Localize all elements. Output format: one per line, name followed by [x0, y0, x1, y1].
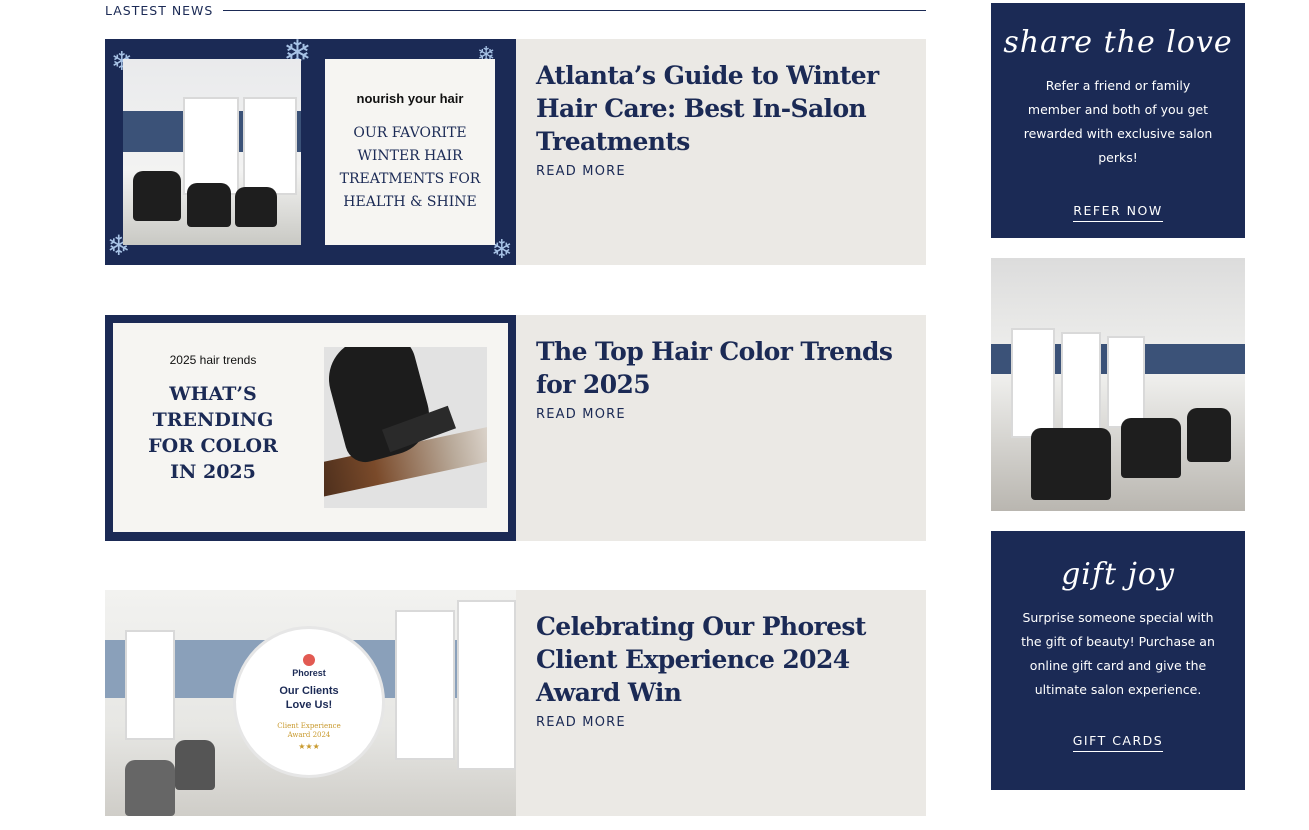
post-title[interactable]: The Top Hair Color Trends for 2025: [536, 335, 906, 401]
news-card: 2025 hair trends WHAT’S TRENDING FOR COL…: [105, 315, 926, 541]
referral-card: share the love Refer a friend or family …: [991, 3, 1245, 238]
refer-now-link[interactable]: REFER NOW: [1073, 203, 1163, 222]
gift-cards-link[interactable]: GIFT CARDS: [1072, 733, 1164, 752]
gift-card-promo: gift joy Surprise someone special with t…: [991, 531, 1245, 790]
thumbnail-kicker: nourish your hair: [356, 90, 464, 106]
award-badge: Phorest Our Clients Love Us! Client Expe…: [233, 626, 385, 778]
news-card: Phorest Our Clients Love Us! Client Expe…: [105, 590, 926, 816]
post-thumbnail[interactable]: Phorest Our Clients Love Us! Client Expe…: [105, 590, 516, 816]
news-card: ❄ ❄ ❄ ❄ ❄ nourish your hair OUR FAVORITE…: [105, 39, 926, 265]
post-thumbnail[interactable]: 2025 hair trends WHAT’S TRENDING FOR COL…: [105, 315, 516, 541]
post-title[interactable]: Celebrating Our Phorest Client Experienc…: [536, 610, 906, 709]
badge-brand: Phorest: [292, 667, 326, 678]
section-label: LASTEST NEWS: [105, 2, 214, 18]
gift-script-title: gift joy: [1061, 557, 1175, 592]
hair-color-photo: [324, 347, 487, 508]
read-more-link[interactable]: READ MORE: [536, 715, 626, 730]
phorest-logo-icon: [303, 653, 315, 666]
thumbnail-headline: OUR FAVORITE WINTER HAIR TREATMENTS FOR …: [339, 124, 481, 210]
thumbnail-text-card: nourish your hair OUR FAVORITE WINTER HA…: [325, 59, 495, 245]
thumbnail-kicker: 2025 hair trends: [169, 353, 257, 367]
gift-body: Surprise someone special with the gift o…: [1021, 610, 1215, 697]
thumbnail-text-card: 2025 hair trends WHAT’S TRENDING FOR COL…: [113, 323, 508, 532]
section-header: LASTEST NEWS: [105, 0, 926, 20]
section-divider: [223, 9, 926, 11]
read-more-link[interactable]: READ MORE: [536, 407, 626, 422]
read-more-link[interactable]: READ MORE: [536, 164, 626, 179]
thumbnail-headline: WHAT’S TRENDING FOR COLOR IN 2025: [148, 383, 278, 483]
post-thumbnail[interactable]: ❄ ❄ ❄ ❄ ❄ nourish your hair OUR FAVORITE…: [105, 39, 516, 265]
referral-body: Refer a friend or family member and both…: [1023, 78, 1213, 165]
sidebar-salon-photo: [991, 258, 1245, 511]
badge-subtext: Client Experience Award 2024: [277, 721, 341, 739]
badge-text: Our Clients Love Us!: [279, 684, 339, 711]
salon-photo: [123, 59, 301, 245]
stars-icon: ★★★: [298, 741, 320, 751]
referral-script-title: share the love: [1003, 25, 1233, 60]
post-title[interactable]: Atlanta’s Guide to Winter Hair Care: Bes…: [536, 59, 906, 158]
